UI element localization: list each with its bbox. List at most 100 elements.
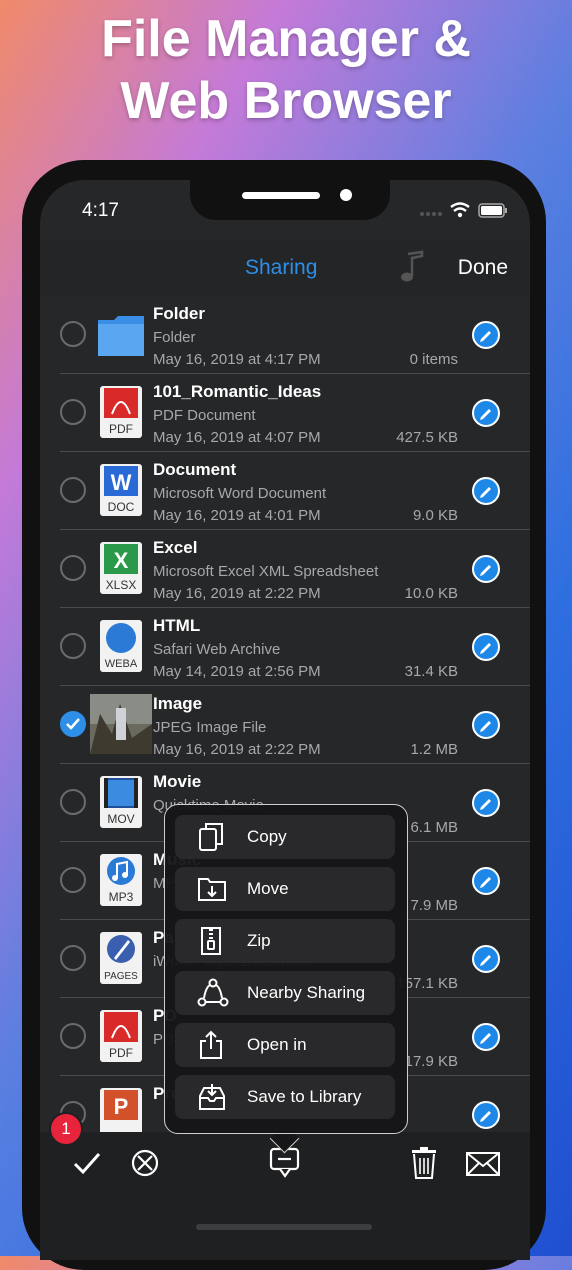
file-date: May 16, 2019 at 4:01 PM [153, 507, 321, 524]
select-all-checkmark-icon[interactable] [72, 1150, 102, 1181]
headline-line-2: Web Browser [120, 72, 452, 130]
edit-pencil-icon[interactable] [472, 633, 500, 661]
nav-bar: Sharing Done [40, 240, 530, 296]
done-button[interactable]: Done [458, 256, 508, 280]
file-size: 17.9 KB [404, 1053, 458, 1070]
menu-item-zip[interactable]: Zip [175, 919, 395, 963]
mov-file-icon: MOV [96, 774, 146, 830]
edit-pencil-icon[interactable] [472, 321, 500, 349]
list-item[interactable]: Folder Folder May 16, 2019 at 4:17 PM 0 … [40, 296, 530, 374]
edit-pencil-icon[interactable] [472, 711, 500, 739]
select-radio[interactable] [60, 555, 86, 581]
mp3-file-icon: MP3 [96, 852, 146, 908]
nav-title: Sharing [245, 256, 318, 279]
file-type: Microsoft Excel XML Spreadsheet [153, 563, 379, 580]
menu-item-label: Zip [247, 931, 271, 950]
file-size: 7.9 MB [410, 897, 458, 914]
move-folder-icon [197, 874, 227, 907]
file-name: Document [153, 460, 237, 479]
list-item[interactable]: WEBA HTML Safari Web Archive May 14, 201… [40, 608, 530, 686]
music-icon[interactable] [398, 250, 426, 289]
selection-count-badge: 1 [49, 1112, 83, 1146]
select-radio[interactable] [60, 399, 86, 425]
file-badge-text: WEBA [105, 658, 138, 670]
list-item[interactable]: W DOC Document Microsoft Word Document Ma… [40, 452, 530, 530]
file-type: Folder [153, 329, 196, 346]
file-name: Image [153, 694, 203, 713]
file-badge-text: MOV [107, 812, 134, 826]
menu-item-copy[interactable]: Copy [175, 815, 395, 859]
file-type: PDF Document [153, 407, 256, 424]
edit-pencil-icon[interactable] [472, 1023, 500, 1051]
menu-item-nearby-sharing[interactable]: Nearby Sharing [175, 971, 395, 1015]
menu-item-save-to-library[interactable]: Save to Library [175, 1075, 395, 1119]
select-radio[interactable] [60, 477, 86, 503]
select-radio[interactable] [60, 321, 86, 347]
save-to-library-icon [197, 1082, 227, 1117]
file-size: 9.0 KB [412, 507, 458, 524]
file-size: 10.0 KB [404, 585, 458, 602]
file-date: May 16, 2019 at 4:07 PM [153, 429, 321, 446]
file-badge-text: MP3 [109, 890, 134, 904]
file-size: 427.5 KB [396, 429, 458, 446]
list-item[interactable]: PDF 101_Romantic_Ideas PDF Document May … [40, 374, 530, 452]
edit-pencil-icon[interactable] [472, 945, 500, 973]
wifi-icon [450, 202, 470, 223]
word-file-icon: W DOC [96, 462, 146, 518]
edit-pencil-icon[interactable] [472, 399, 500, 427]
signal-icon [420, 204, 442, 222]
menu-item-open-in[interactable]: Open in [175, 1023, 395, 1067]
status-icons [420, 202, 508, 223]
file-type: Microsoft Word Document [153, 485, 327, 502]
file-date: May 16, 2019 at 2:22 PM [153, 741, 321, 758]
select-radio[interactable] [60, 1023, 86, 1049]
promo-headline: File Manager & Web Browser [0, 8, 572, 132]
phone-notch [190, 180, 390, 220]
file-name: Movie [153, 772, 202, 791]
list-item[interactable]: Image JPEG Image File May 16, 2019 at 2:… [40, 686, 530, 764]
list-item[interactable]: X XLSX Excel Microsoft Excel XML Spreadsh… [40, 530, 530, 608]
headline-line-1: File Manager & [101, 10, 471, 68]
menu-item-label: Open in [247, 1035, 307, 1054]
open-in-icon [197, 1030, 225, 1065]
select-radio[interactable] [60, 789, 86, 815]
svg-text:X: X [114, 548, 129, 573]
share-popup-menu: Copy Move Zip Nearby Sharing Open in Sav… [164, 804, 408, 1134]
edit-pencil-icon[interactable] [472, 789, 500, 817]
file-badge-text: PDF [109, 1046, 133, 1060]
select-radio[interactable] [60, 945, 86, 971]
svg-text:W: W [111, 470, 132, 495]
nearby-sharing-icon [197, 978, 229, 1013]
status-time: 4:17 [82, 200, 119, 221]
pdf-file-icon: PDF [96, 1008, 146, 1064]
menu-item-move[interactable]: Move [175, 867, 395, 911]
pdf-file-icon: PDF [96, 384, 146, 440]
file-name: HTML [153, 616, 201, 635]
image-thumbnail [90, 694, 152, 754]
trash-icon[interactable] [410, 1146, 438, 1185]
folder-icon [96, 306, 146, 362]
select-radio-checked[interactable] [60, 711, 86, 737]
mail-icon[interactable] [466, 1152, 500, 1181]
camera [340, 189, 352, 201]
file-type: JPEG Image File [153, 719, 267, 736]
file-name: Excel [153, 538, 198, 557]
file-date: May 16, 2019 at 4:17 PM [153, 351, 321, 368]
edit-pencil-icon[interactable] [472, 555, 500, 583]
edit-pencil-icon[interactable] [472, 1101, 500, 1129]
file-size: 1.2 MB [410, 741, 458, 758]
copy-icon [197, 822, 225, 857]
select-radio[interactable] [60, 867, 86, 893]
menu-item-label: Nearby Sharing [247, 983, 366, 1002]
home-indicator [196, 1224, 372, 1230]
edit-pencil-icon[interactable] [472, 867, 500, 895]
file-badge-text: PDF [109, 422, 133, 436]
file-date: May 16, 2019 at 2:22 PM [153, 585, 321, 602]
file-name: 101_Romantic_Ideas [153, 382, 322, 401]
deselect-icon[interactable] [130, 1148, 160, 1183]
edit-pencil-icon[interactable] [472, 477, 500, 505]
file-size: 6.1 MB [410, 819, 458, 836]
select-radio[interactable] [60, 633, 86, 659]
menu-item-label: Move [247, 879, 289, 898]
battery-icon [478, 202, 508, 223]
